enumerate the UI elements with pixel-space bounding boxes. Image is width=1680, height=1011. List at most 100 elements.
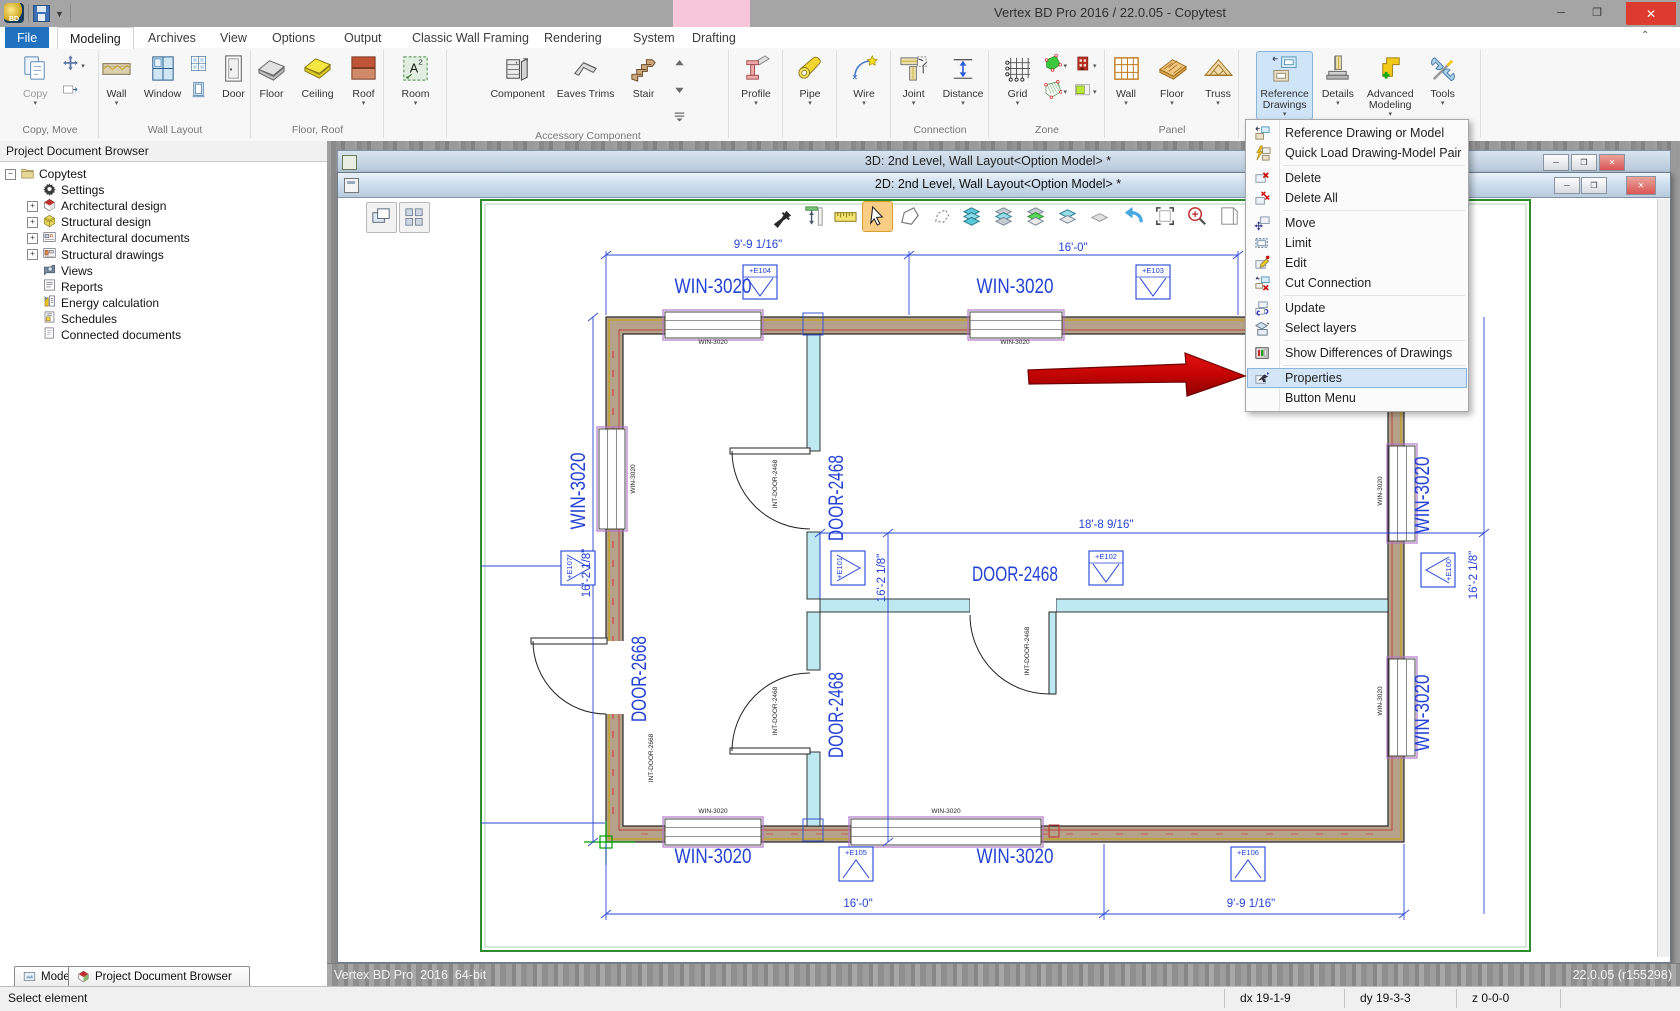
tab-file[interactable]: File bbox=[5, 27, 49, 48]
panel-floor-button[interactable]: Floor▾ bbox=[1152, 52, 1192, 108]
zoom-in-button[interactable] bbox=[1183, 202, 1212, 231]
building-button[interactable]: ▾ bbox=[1073, 54, 1097, 78]
tree-expander-icon[interactable]: + bbox=[27, 249, 38, 260]
advanced-modeling-button[interactable]: AdvancedModeling▾ bbox=[1364, 52, 1417, 119]
layers-teal-button[interactable] bbox=[959, 202, 988, 231]
wire-button[interactable]: Wire▾ bbox=[844, 52, 884, 108]
menu-item-button-menu[interactable]: Button Menu bbox=[1247, 388, 1467, 408]
paste-special-button[interactable] bbox=[61, 80, 85, 104]
joint-button[interactable]: Joint▾ bbox=[894, 52, 934, 108]
grid-button[interactable]: Grid▾ bbox=[997, 52, 1037, 108]
scroll-down-button[interactable] bbox=[670, 80, 689, 104]
zone-button[interactable]: ▾ bbox=[1043, 54, 1067, 78]
tree-item-views[interactable]: Views bbox=[0, 263, 327, 279]
tree-expander-icon[interactable]: − bbox=[5, 169, 16, 180]
tree-expander-icon[interactable]: + bbox=[27, 201, 38, 212]
floor-button[interactable]: Floor bbox=[252, 52, 292, 101]
pin-button[interactable] bbox=[767, 202, 796, 231]
eaves-trims-button[interactable]: Eaves Trims bbox=[554, 52, 618, 101]
tab-archives[interactable]: Archives bbox=[136, 27, 208, 48]
menu-item-update[interactable]: Update bbox=[1247, 298, 1467, 318]
reference-drawings-button[interactable]: ReferenceDrawings▾ bbox=[1257, 52, 1311, 119]
window-2d-titlebar[interactable]: 2D: 2nd Level, Wall Layout<Option Model>… bbox=[338, 173, 1670, 198]
collapse-ribbon-icon[interactable]: ⌃ bbox=[1641, 30, 1649, 41]
tree-item-architectural-documents[interactable]: +Architectural documents bbox=[0, 230, 327, 246]
tab-rendering[interactable]: Rendering bbox=[532, 27, 614, 48]
polygon-dashed-button[interactable] bbox=[927, 202, 956, 231]
menu-item-select-layers[interactable]: Select layers bbox=[1247, 318, 1467, 338]
tree-item-structural-design[interactable]: +Structural design bbox=[0, 214, 327, 230]
sheet-button[interactable] bbox=[1215, 202, 1244, 231]
menu-item-cut-connection[interactable]: Cut Connection bbox=[1247, 273, 1467, 293]
room-button[interactable]: A2Room▾ bbox=[396, 52, 436, 108]
undo-button[interactable] bbox=[1119, 202, 1148, 231]
tile-grid-button[interactable] bbox=[399, 202, 430, 233]
crop-frame-button[interactable] bbox=[1151, 202, 1180, 231]
height-gauge-button[interactable] bbox=[799, 202, 828, 231]
restore-button[interactable]: ❐ bbox=[1581, 177, 1607, 194]
minimize-button[interactable]: ─ bbox=[1554, 177, 1580, 194]
details-button[interactable]: Details▾ bbox=[1318, 52, 1358, 108]
truss-button[interactable]: Truss▾ bbox=[1198, 52, 1238, 108]
profile-button[interactable]: Profile▾ bbox=[736, 52, 776, 108]
maximize-button[interactable]: ❐ bbox=[1580, 2, 1614, 23]
window-button[interactable]: Window bbox=[143, 52, 183, 101]
door-button[interactable]: Door bbox=[214, 52, 254, 101]
move-button[interactable]: ▾ bbox=[61, 54, 85, 78]
tab-classic-wall-framing[interactable]: Classic Wall Framing bbox=[400, 27, 541, 48]
cascade-frames-button[interactable] bbox=[366, 202, 397, 233]
pipe-button[interactable]: Pipe▾ bbox=[790, 52, 830, 108]
restore-button[interactable]: ❐ bbox=[1571, 154, 1597, 171]
menu-item-quick-load-drawing-model-pair[interactable]: Quick Load Drawing-Model Pair bbox=[1247, 143, 1467, 163]
tree-item-schedules[interactable]: Schedules bbox=[0, 311, 327, 327]
tab-output[interactable]: Output bbox=[332, 27, 394, 48]
menu-item-edit[interactable]: Edit bbox=[1247, 253, 1467, 273]
close-button[interactable]: ✕ bbox=[1626, 2, 1676, 25]
ceiling-button[interactable]: Ceiling bbox=[298, 52, 338, 101]
layers-thin-button[interactable] bbox=[1055, 202, 1084, 231]
layer-flat-button[interactable] bbox=[1087, 202, 1116, 231]
roof-button[interactable]: Roof▾ bbox=[344, 52, 384, 108]
menu-item-reference-drawing-or-model[interactable]: Reference Drawing or Model bbox=[1247, 123, 1467, 143]
tab-modeling[interactable]: Modeling bbox=[57, 27, 134, 49]
select-cursor-button[interactable] bbox=[863, 202, 892, 231]
tree-item-architectural-design[interactable]: +Architectural design bbox=[0, 198, 327, 214]
menu-item-move[interactable]: Move bbox=[1247, 213, 1467, 233]
app-icon[interactable]: BD bbox=[4, 3, 24, 23]
menu-item-delete[interactable]: Delete bbox=[1247, 168, 1467, 188]
tree-expander-icon[interactable]: + bbox=[27, 233, 38, 244]
tree-item-connected-documents[interactable]: Connected documents bbox=[0, 327, 327, 343]
copy-button[interactable]: Copy▾ bbox=[15, 52, 55, 108]
menu-item-delete-all[interactable]: Delete All bbox=[1247, 188, 1467, 208]
vertical-scrollbar[interactable] bbox=[1657, 199, 1670, 957]
menu-item-show-differences-of-drawings[interactable]: Show Differences of Drawings bbox=[1247, 343, 1467, 363]
tree-item-reports[interactable]: Reports bbox=[0, 279, 327, 295]
polygon-button[interactable] bbox=[895, 202, 924, 231]
distance-button[interactable]: Distance▾ bbox=[940, 52, 987, 108]
tab-options[interactable]: Options bbox=[260, 27, 327, 48]
save-icon[interactable] bbox=[33, 5, 50, 22]
door-elevation-button[interactable] bbox=[189, 80, 208, 104]
tree-item-energy-calculation[interactable]: Energy calculation bbox=[0, 295, 327, 311]
stair-button[interactable]: Stair bbox=[624, 52, 664, 101]
scroll-more-button[interactable] bbox=[670, 106, 689, 130]
tree-item-settings[interactable]: Settings bbox=[0, 182, 327, 198]
ruler-button[interactable] bbox=[831, 202, 860, 231]
minimize-button[interactable]: ─ bbox=[1543, 154, 1569, 171]
layers-light-button[interactable] bbox=[991, 202, 1020, 231]
drawing-canvas[interactable]: +E104+E103+E107+E101+E102+E100+E105+E106… bbox=[338, 197, 1670, 962]
panel-wall-button[interactable]: Wall▾ bbox=[1106, 52, 1146, 108]
menu-item-limit[interactable]: Limit bbox=[1247, 233, 1467, 253]
layers-green-button[interactable] bbox=[1023, 202, 1052, 231]
tab-system[interactable]: System bbox=[621, 27, 687, 48]
menu-item-properties[interactable]: Properties bbox=[1247, 368, 1467, 388]
tree-expander-icon[interactable]: + bbox=[27, 217, 38, 228]
quick-access-dropdown-icon[interactable]: ▼ bbox=[55, 9, 64, 19]
tree-item-structural-drawings[interactable]: +Structural drawings bbox=[0, 246, 327, 262]
scroll-up-button[interactable] bbox=[670, 54, 689, 78]
panel-tab-project-document-browser[interactable]: Project Document Browser bbox=[68, 966, 250, 986]
close-icon[interactable]: ✕ bbox=[1626, 176, 1656, 195]
tab-drafting[interactable]: Drafting bbox=[680, 27, 748, 48]
tree-item-copytest[interactable]: −Copytest bbox=[0, 166, 327, 182]
window-array-button[interactable] bbox=[189, 54, 208, 78]
